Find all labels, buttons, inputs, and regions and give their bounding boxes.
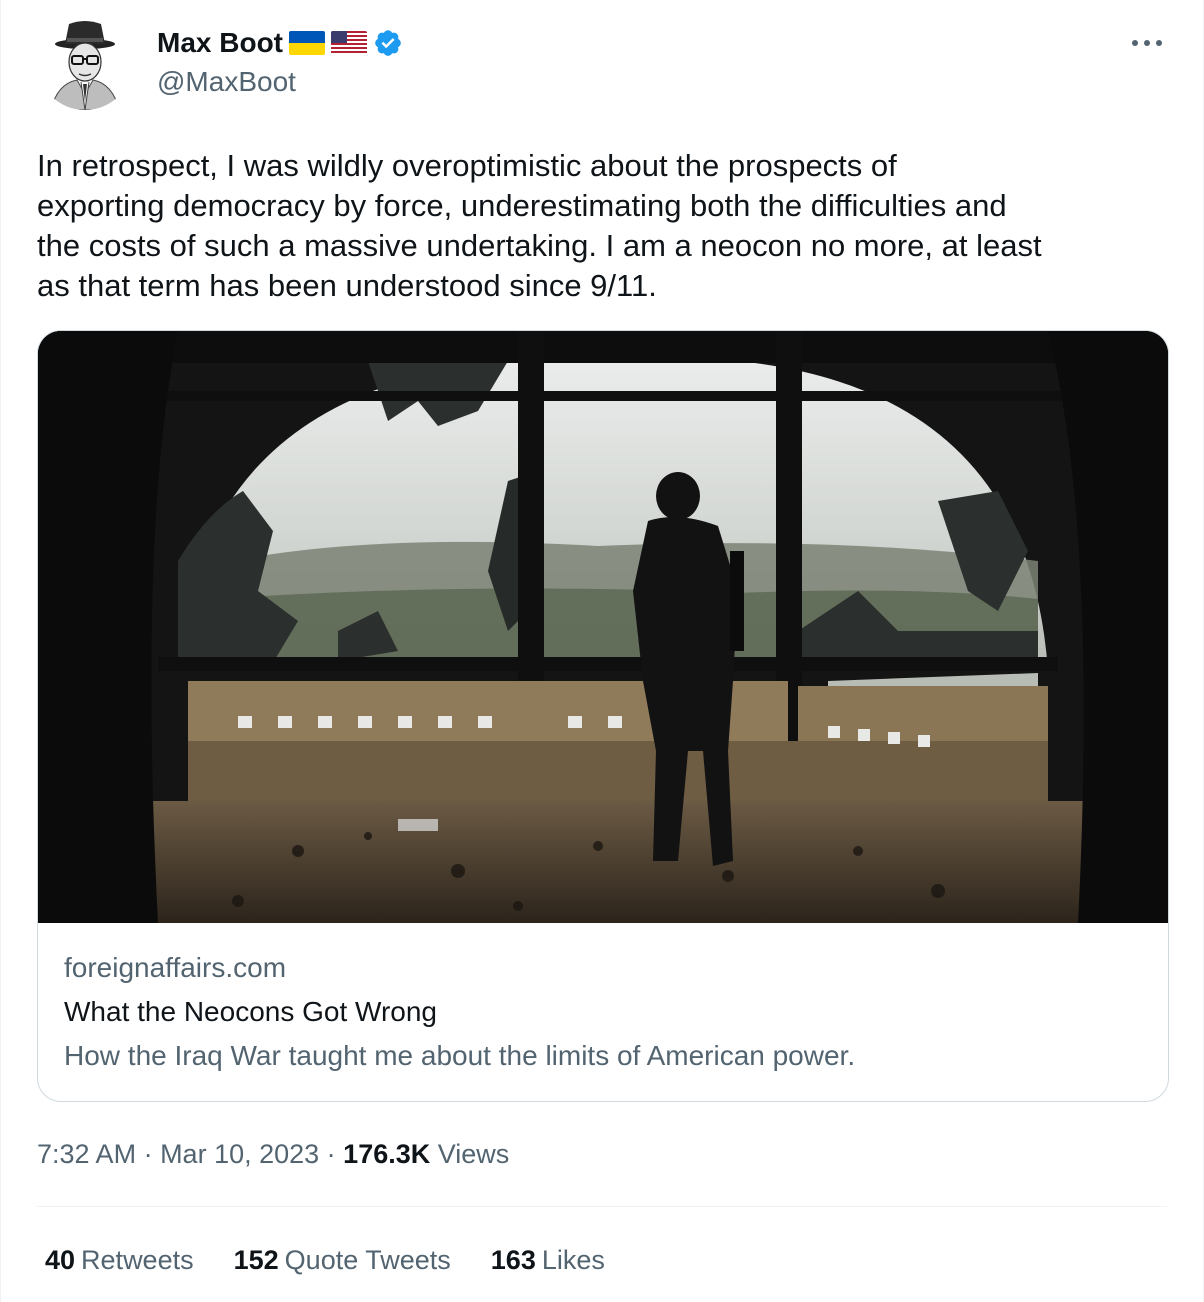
verified-badge-icon[interactable] — [373, 28, 403, 58]
views-label: Views — [437, 1139, 510, 1169]
us-flag-icon — [331, 31, 367, 55]
article-photo — [38, 331, 1168, 923]
quote-tweets-stat[interactable]: 152 Quote Tweets — [234, 1242, 451, 1278]
ukraine-flag-icon — [289, 31, 325, 55]
card-title: What the Neocons Got Wrong — [64, 996, 437, 1027]
card-body: foreignaffairs.com What the Neocons Got … — [64, 949, 1142, 1075]
author-handle[interactable]: @MaxBoot — [157, 66, 296, 98]
avatar[interactable] — [37, 14, 133, 110]
avatar-illustration-icon — [37, 14, 133, 110]
author-name-row: Max Boot — [157, 24, 403, 62]
tweet-time[interactable]: 7:32 AM — [37, 1139, 136, 1169]
likes-count: 163 — [490, 1245, 536, 1275]
tweet-text: In retrospect, I was wildly overoptimist… — [37, 148, 1042, 303]
meta-separator: · — [136, 1139, 161, 1169]
more-options-icon[interactable] — [1127, 28, 1167, 58]
retweets-label: Retweets — [81, 1245, 194, 1275]
tweet-container: Max Boot @MaxBoot In retrospect, I was w… — [0, 0, 1204, 1302]
quote-tweets-label: Quote Tweets — [284, 1245, 451, 1275]
retweets-count: 40 — [45, 1245, 76, 1275]
link-card[interactable]: foreignaffairs.com What the Neocons Got … — [37, 330, 1169, 1102]
likes-stat[interactable]: 163 Likes — [491, 1242, 605, 1278]
likes-label: Likes — [541, 1245, 605, 1275]
tweet-meta: 7:32 AM · Mar 10, 2023 · 176.3K Views — [37, 1136, 509, 1172]
card-domain: foreignaffairs.com — [64, 952, 287, 983]
divider — [37, 1206, 1167, 1207]
quote-tweets-count: 152 — [233, 1245, 279, 1275]
card-image[interactable] — [38, 331, 1168, 923]
engagement-stats: 40 Retweets 152 Quote Tweets 163 Likes — [45, 1242, 605, 1278]
meta-separator: · — [319, 1139, 344, 1169]
author-display-name[interactable]: Max Boot — [157, 27, 283, 59]
tweet-date[interactable]: Mar 10, 2023 — [160, 1139, 319, 1169]
card-description: How the Iraq War taught me about the lim… — [64, 1040, 856, 1071]
views-count: 176.3K — [343, 1139, 431, 1169]
retweets-stat[interactable]: 40 Retweets — [45, 1242, 194, 1278]
